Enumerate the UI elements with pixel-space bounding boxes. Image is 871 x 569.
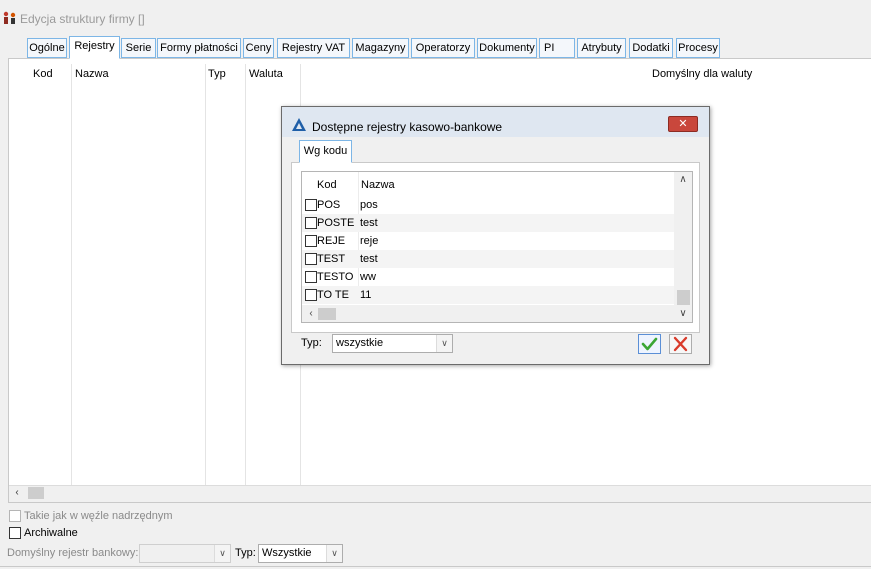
- checkmark-icon: [641, 337, 658, 351]
- row-name: reje: [360, 235, 379, 247]
- row-code: TEST: [317, 253, 346, 265]
- column-header-kod[interactable]: Kod: [33, 68, 53, 80]
- row-checkbox[interactable]: [305, 217, 317, 229]
- list-item[interactable]: POSTE test: [302, 214, 674, 232]
- column-header-nazwa[interactable]: Nazwa: [361, 179, 395, 191]
- column-divider: [205, 64, 206, 485]
- same-as-parent-checkbox[interactable]: [9, 510, 21, 522]
- row-name: ww: [360, 271, 376, 283]
- cross-icon: [673, 336, 688, 352]
- vertical-scrollbar[interactable]: ∧: [674, 172, 692, 306]
- row-name: pos: [360, 199, 378, 211]
- horizontal-scrollbar[interactable]: [9, 485, 871, 502]
- row-checkbox[interactable]: [305, 271, 317, 283]
- column-header-domyslny[interactable]: Domyślny dla waluty: [652, 68, 752, 80]
- type-combo[interactable]: Wszystkie ∨: [258, 544, 343, 563]
- scrollbar-thumb[interactable]: [318, 308, 336, 320]
- row-name: test: [360, 253, 378, 265]
- chevron-down-icon[interactable]: ∨: [214, 545, 230, 562]
- tab-rejestry-vat[interactable]: Rejestry VAT: [277, 38, 350, 58]
- column-divider: [71, 64, 72, 485]
- available-registers-dialog: Dostępne rejestry kasowo-bankowe ✕ Wg ko…: [281, 106, 710, 365]
- scroll-down-arrow-icon[interactable]: ∨: [676, 308, 690, 320]
- row-code: POS: [317, 199, 341, 211]
- column-header-nazwa[interactable]: Nazwa: [75, 68, 109, 80]
- list-item[interactable]: POS pos: [302, 196, 674, 214]
- chevron-down-icon[interactable]: ∨: [436, 335, 452, 352]
- scroll-left-arrow-icon[interactable]: ‹: [11, 487, 23, 499]
- horizontal-scrollbar[interactable]: ‹ ∨: [302, 305, 692, 322]
- org-structure-icon: [3, 11, 16, 24]
- window-title: Edycja struktury firmy []: [20, 12, 145, 26]
- list-item[interactable]: TEST test: [302, 250, 674, 268]
- tab-serie[interactable]: Serie: [121, 38, 156, 58]
- column-header-typ[interactable]: Typ: [208, 68, 226, 80]
- same-as-parent-label: Takie jak w węźle nadrzędnym: [24, 510, 173, 522]
- tab-ogolne[interactable]: Ogólne: [27, 38, 67, 58]
- tab-wg-kodu[interactable]: Wg kodu: [299, 140, 352, 163]
- row-code: TO TE: [317, 289, 349, 301]
- row-checkbox[interactable]: [305, 289, 317, 301]
- registry-triangle-icon: [292, 118, 306, 131]
- dialog-title: Dostępne rejestry kasowo-bankowe: [312, 120, 503, 134]
- type-value: Wszystkie: [262, 547, 312, 559]
- column-header-kod[interactable]: Kod: [317, 179, 337, 191]
- archived-label: Archiwalne: [24, 527, 78, 539]
- tab-dodatki[interactable]: Dodatki: [629, 38, 673, 58]
- default-bank-register-label: Domyślny rejestr bankowy:: [7, 547, 139, 559]
- type-label: Typ:: [235, 547, 256, 559]
- list-item[interactable]: TESTO ww: [302, 268, 674, 286]
- dialog-type-combo[interactable]: wszystkie ∨: [332, 334, 453, 353]
- confirm-button[interactable]: [638, 334, 661, 354]
- dialog-type-label: Typ:: [301, 337, 322, 349]
- tab-procesy[interactable]: Procesy: [676, 38, 720, 58]
- row-checkbox[interactable]: [305, 235, 317, 247]
- tab-magazyny[interactable]: Magazyny: [352, 38, 409, 58]
- default-bank-register-combo[interactable]: ∨: [139, 544, 231, 563]
- tab-formy-platnosci[interactable]: Formy płatności: [157, 38, 241, 58]
- row-name: test: [360, 217, 378, 229]
- column-divider: [245, 64, 246, 485]
- list-item[interactable]: REJE reje: [302, 232, 674, 250]
- list-item[interactable]: TO TE 11: [302, 286, 674, 304]
- scrollbar-thumb[interactable]: [28, 487, 44, 499]
- archived-checkbox[interactable]: [9, 527, 21, 539]
- registers-checklist[interactable]: Kod Nazwa POS pos POSTE test REJE reje T…: [301, 171, 693, 323]
- tab-pi[interactable]: PI: [539, 38, 575, 58]
- row-code: REJE: [317, 235, 346, 247]
- row-checkbox[interactable]: [305, 253, 317, 265]
- close-icon[interactable]: ✕: [668, 116, 698, 132]
- cancel-button[interactable]: [669, 334, 692, 354]
- scroll-up-arrow-icon[interactable]: ∧: [676, 174, 690, 186]
- tab-rejestry[interactable]: Rejestry: [69, 36, 120, 59]
- dialog-type-value: wszystkie: [336, 337, 384, 349]
- row-code: POSTE: [317, 217, 355, 229]
- tab-operatorzy[interactable]: Operatorzy: [411, 38, 475, 58]
- tab-ceny[interactable]: Ceny: [243, 38, 274, 58]
- row-code: TESTO: [317, 271, 354, 283]
- scroll-left-arrow-icon[interactable]: ‹: [304, 308, 318, 320]
- scrollbar-thumb[interactable]: [677, 290, 690, 306]
- divider: [0, 566, 871, 567]
- tab-atrybuty[interactable]: Atrybuty: [577, 38, 626, 58]
- tab-dokumenty[interactable]: Dokumenty: [477, 38, 537, 58]
- row-name: 11: [360, 289, 372, 301]
- column-header-waluta[interactable]: Waluta: [249, 68, 283, 80]
- row-checkbox[interactable]: [305, 199, 317, 211]
- chevron-down-icon[interactable]: ∨: [326, 545, 342, 562]
